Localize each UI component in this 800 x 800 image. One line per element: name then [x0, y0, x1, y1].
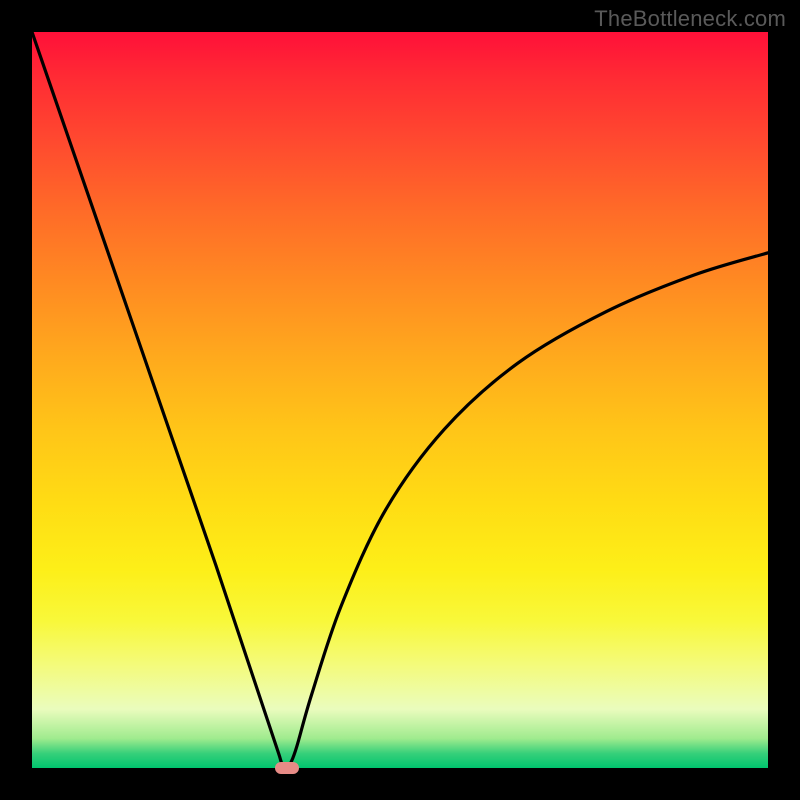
plot-area [32, 32, 768, 768]
watermark-text: TheBottleneck.com [0, 6, 800, 32]
minimum-marker [275, 762, 299, 774]
chart-frame: TheBottleneck.com [0, 0, 800, 800]
bottleneck-curve [32, 32, 768, 768]
curve-svg [32, 32, 768, 768]
